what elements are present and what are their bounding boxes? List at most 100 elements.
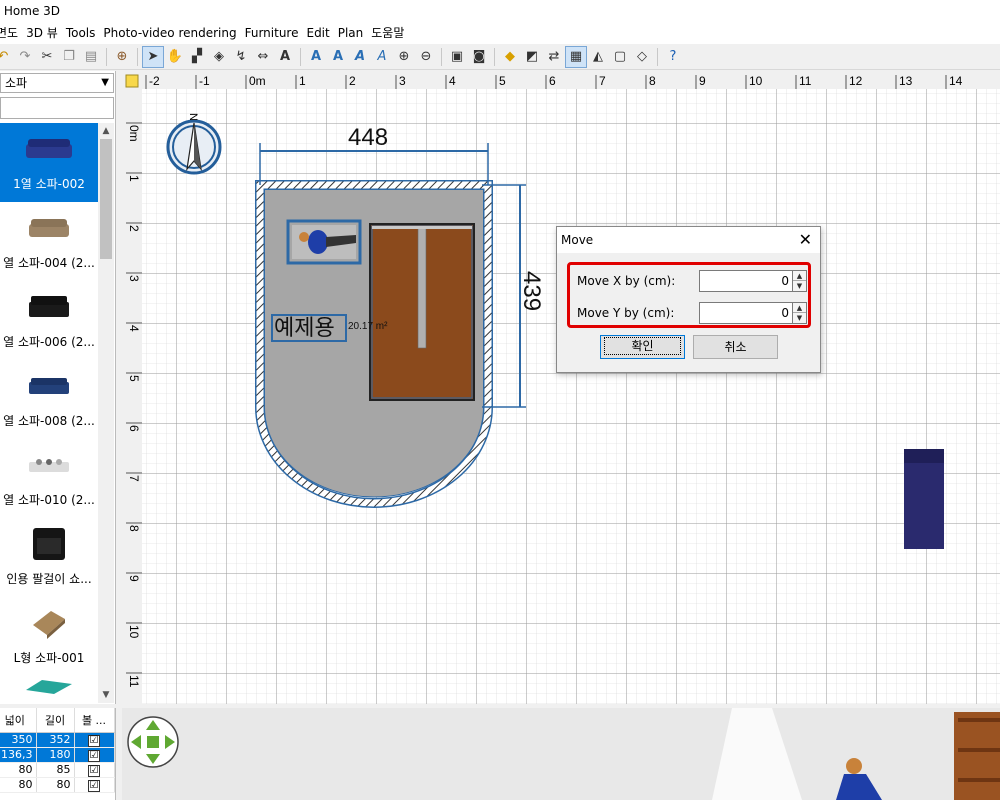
column-header-visible[interactable]: 볼 ... [74,708,115,733]
undo-icon[interactable]: ↶ [0,46,14,68]
catalog-item[interactable]: 열 소파-008 (2... [0,360,98,439]
paste-icon[interactable]: ▤ [80,46,102,68]
table-row[interactable]: 80 80 ☑ [0,777,115,793]
plan-view[interactable]: -2 -1 0m 1 2 3 4 5 6 7 8 9 10 11 12 13 14 0m 1 2 3 4 5 6 7 8 9 10 1… [122,71,1000,704]
menu-plan-view[interactable]: 면도 [0,22,22,44]
furniture-table: 넓이 길이 볼 ... 350 352 ☑ 136,3 180 ☑ 80 85 … [0,708,116,800]
sofa-thumbnail [0,676,98,703]
table-row[interactable]: 80 85 ☑ [0,762,115,778]
zoom-out-icon[interactable]: ⊖ [415,46,437,68]
visible-checkbox[interactable]: ☑ [88,749,100,762]
catalog-item[interactable]: 열 소파-004 (2... [0,202,98,281]
align-icon[interactable]: ▦ [565,45,587,68]
menu-plan[interactable]: Plan [334,22,368,44]
ruler-x-label: 4 [449,74,456,88]
move-x-input[interactable]: 0 [699,270,793,292]
column-header-width[interactable]: 넓이 [0,708,37,733]
ruler-y-label: 4 [127,325,141,332]
move-y-row: Move Y by (cm): 0 ▲ ▼ [574,302,810,326]
compass-north-label: N [187,113,199,121]
table-row[interactable]: 136,3 180 ☑ [0,747,115,763]
move-x-spinner[interactable]: ▲ ▼ [793,270,807,292]
catalog-item-label: 열 소파-008 (2... [3,414,95,428]
menu-tools[interactable]: Tools [62,22,100,44]
aerial-view-icon[interactable]: ◩ [521,46,543,68]
navigation-arrows-icon[interactable] [127,716,179,768]
catalog-scrollbar[interactable]: ▲ ▼ [98,123,114,703]
video-icon[interactable]: ◆ [499,46,521,68]
category-select[interactable]: 소파 ▼ [0,73,114,93]
l-sofa-thumbnail [0,597,98,649]
text-style-icon[interactable]: A [305,46,327,68]
toolbar-separator [441,47,442,66]
menu-photo-video[interactable]: Photo-video rendering [99,22,240,44]
catalog-item[interactable]: 열 소파-006 (2... [0,281,98,360]
scroll-up-icon[interactable]: ▲ [98,123,114,139]
spin-up-icon[interactable]: ▲ [793,303,806,313]
catalog-item[interactable]: 열 소파-010 (2... [0,439,98,518]
cell-width: 350 [0,732,37,748]
dimension-height-label: 439 [518,271,545,311]
3d-view[interactable] [122,708,1000,800]
ruler-x-label: 6 [549,74,556,88]
create-polylines-icon[interactable]: ↯ [230,46,252,68]
spin-up-icon[interactable]: ▲ [793,271,806,281]
pan-icon[interactable]: ✋ [164,46,186,68]
modify-icon[interactable]: ▢ [609,46,631,68]
visible-checkbox[interactable]: ☑ [88,764,100,777]
catalog-item-label: 열 소파-010 (2... [3,493,95,507]
scroll-down-icon[interactable]: ▼ [98,687,114,703]
cancel-button[interactable]: 취소 [693,335,778,359]
add-furniture-icon[interactable]: ⊕ [111,46,133,68]
text-bold-icon[interactable]: A [327,46,349,68]
text-size-icon[interactable]: A [371,46,393,68]
ruler-x-label: 10 [749,74,763,88]
help-icon[interactable]: ? [662,46,684,68]
catalog-search-input[interactable] [0,97,114,119]
menu-furniture[interactable]: Furniture [241,22,303,44]
compass-rose-icon[interactable] [166,119,222,175]
photo-icon[interactable]: ◙ [468,46,490,68]
ruler-y-label: 3 [127,275,141,282]
redo-icon[interactable]: ↷ [14,46,36,68]
tag-icon[interactable]: ◇ [631,46,653,68]
copy-icon[interactable]: ❐ [58,46,80,68]
create-walls-icon[interactable]: ▞ [186,46,208,68]
text-italic-icon[interactable]: A [349,46,371,68]
create-dimensions-icon[interactable]: ⇔ [252,46,274,68]
plan-canvas[interactable]: -2 -1 0m 1 2 3 4 5 6 7 8 9 10 11 12 13 14 0m123456789101… [122,71,1000,704]
cut-icon[interactable]: ✂ [36,46,58,68]
table-row[interactable]: 350 352 ☑ [0,732,115,748]
cell-length: 80 [36,777,75,793]
spin-down-icon[interactable]: ▼ [793,281,806,291]
catalog-item[interactable] [0,676,98,703]
close-icon[interactable]: ✕ [799,227,812,253]
create-rooms-icon[interactable]: ◈ [208,46,230,68]
ruler-y-label: 11 [127,675,141,688]
catalog-item[interactable]: L형 소파-001 [0,597,98,676]
spin-down-icon[interactable]: ▼ [793,313,806,323]
select-icon[interactable]: ➤ [142,45,164,68]
visible-checkbox[interactable]: ☑ [88,779,100,792]
flip-icon[interactable]: ◭ [587,46,609,68]
category-value: 소파 [5,76,28,90]
visible-checkbox[interactable]: ☑ [88,734,100,747]
virtual-visit-icon[interactable]: ⇄ [543,46,565,68]
ruler-corner-icon [125,74,139,88]
scroll-thumb[interactable] [100,139,112,259]
ruler-x-label: 13 [899,74,913,88]
sofa-furniture[interactable] [904,449,944,549]
move-y-input[interactable]: 0 [699,302,793,324]
add-text-icon[interactable]: A [274,46,296,68]
move-y-spinner[interactable]: ▲ ▼ [793,302,807,324]
catalog-item[interactable]: 1열 소파-002 [0,123,98,202]
catalog-item[interactable]: 인용 팔걸이 쇼... [0,518,98,597]
import-furniture-icon[interactable]: ▣ [446,46,468,68]
zoom-in-icon[interactable]: ⊕ [393,46,415,68]
menu-3d-view[interactable]: 3D 뷰 [22,22,62,44]
menu-help[interactable]: 도움말 [367,22,408,44]
menu-edit[interactable]: Edit [302,22,333,44]
catalog-list: 1열 소파-002 열 소파-004 (2... 열 소파-006 (2... … [0,123,98,703]
ok-button[interactable]: 확인 [600,335,685,359]
column-header-length[interactable]: 길이 [36,708,75,733]
